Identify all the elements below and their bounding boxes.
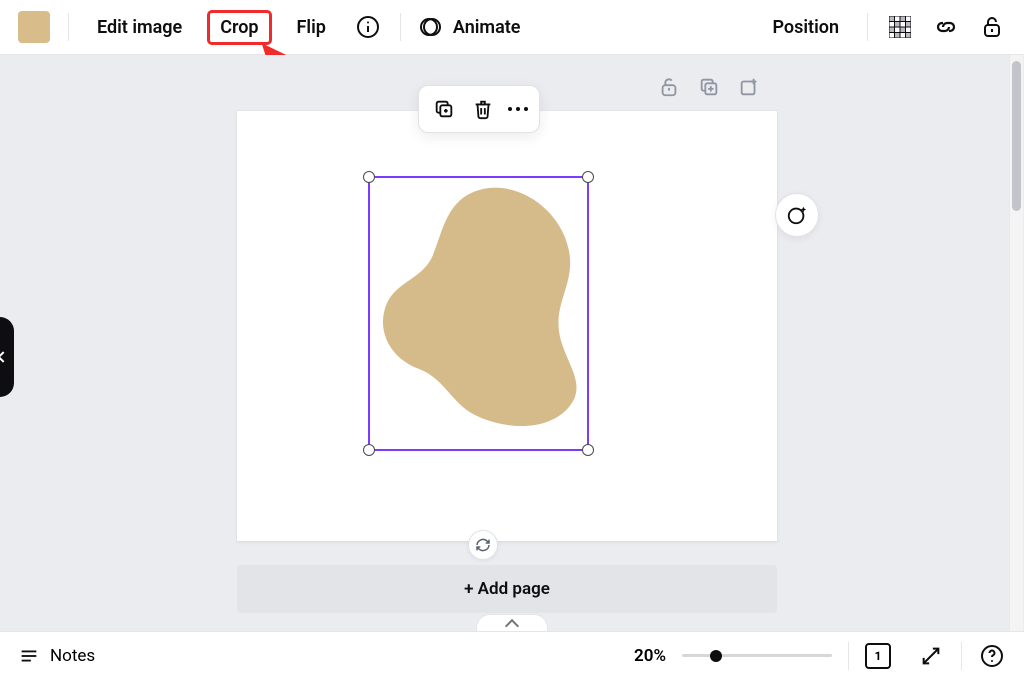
vertical-scrollbar[interactable] [1009,55,1023,631]
unlock-page-icon[interactable] [657,75,681,99]
duplicate-icon[interactable] [430,95,458,123]
animate-button[interactable]: Animate [453,13,531,42]
color-swatch[interactable] [18,11,50,43]
add-page-icon[interactable] [737,75,761,99]
separator [68,13,69,41]
crop-button[interactable]: Crop [210,13,268,42]
bottom-toolbar: Notes 20% 1 [0,631,1024,679]
edit-image-button[interactable]: Edit image [87,13,192,42]
page-indicator[interactable]: 1 [865,643,891,669]
sync-icon[interactable] [468,530,498,560]
magic-fab[interactable] [775,193,819,237]
add-page-button[interactable]: + Add page [237,565,777,613]
help-icon[interactable] [978,642,1006,670]
resize-handle-bl[interactable] [363,444,375,456]
link-icon[interactable] [932,13,960,41]
trash-icon[interactable] [469,95,497,123]
resize-handle-tr[interactable] [582,171,594,183]
resize-handle-tl[interactable] [363,171,375,183]
separator [848,642,849,670]
timeline-pull-tab[interactable] [476,614,548,631]
resize-handle-br[interactable] [582,444,594,456]
canvas-workspace[interactable]: + Add page [0,55,1024,631]
separator [867,13,868,41]
lock-icon[interactable] [978,13,1006,41]
zoom-value[interactable]: 20% [634,646,666,666]
flip-button[interactable]: Flip [287,13,336,42]
separator [400,13,401,41]
position-button[interactable]: Position [762,13,849,42]
separator [961,642,962,670]
info-icon[interactable] [354,13,382,41]
animate-icon [419,15,443,39]
duplicate-page-icon[interactable] [697,75,721,99]
transparency-icon[interactable] [886,13,914,41]
page-actions [657,75,761,99]
zoom-slider[interactable] [682,648,832,664]
context-toolbar [418,85,540,133]
selection-box[interactable] [368,176,589,451]
sidebar-expander[interactable] [0,317,14,397]
top-toolbar: Edit image Crop Flip Animate Position [0,0,1024,55]
notes-label: Notes [50,646,95,666]
fullscreen-icon[interactable] [917,642,945,670]
notes-button[interactable]: Notes [18,645,95,667]
more-icon[interactable] [508,107,528,111]
